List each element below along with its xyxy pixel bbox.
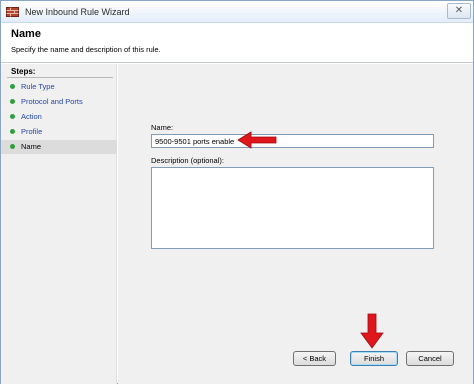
step-name[interactable]: Name	[1, 140, 117, 154]
step-label: Profile	[21, 127, 43, 136]
name-label: Name:	[151, 123, 174, 132]
steps-title: Steps:	[11, 67, 36, 76]
steps-panel: Steps: Rule Type Protocol and Ports Acti…	[1, 64, 117, 384]
close-icon: ✕	[454, 5, 464, 16]
step-label: Name	[21, 142, 42, 151]
wizard-window: New Inbound Rule Wizard ✕ Name Specify t…	[0, 0, 474, 384]
name-field[interactable]	[151, 134, 434, 148]
step-rule-type[interactable]: Rule Type	[1, 80, 117, 94]
cancel-button[interactable]: Cancel	[406, 351, 454, 366]
back-button[interactable]: < Back	[293, 351, 336, 366]
title-bar[interactable]: New Inbound Rule Wizard ✕	[1, 1, 473, 23]
green-bullet-icon	[10, 114, 15, 119]
close-button[interactable]: ✕	[447, 3, 471, 19]
description-field[interactable]	[151, 167, 434, 249]
page-title: Name	[11, 28, 41, 40]
description-label: Description (optional):	[151, 156, 224, 165]
wizard-content: Name: Description (optional):	[118, 64, 473, 384]
green-bullet-icon	[10, 99, 15, 104]
step-profile[interactable]: Profile	[1, 125, 117, 139]
green-bullet-icon	[10, 144, 15, 149]
finish-button[interactable]: Finish	[350, 351, 398, 366]
green-bullet-icon	[10, 84, 15, 89]
firewall-wizard-icon	[6, 7, 19, 17]
page-description: Specify the name and description of this…	[11, 45, 161, 54]
step-action[interactable]: Action	[1, 110, 117, 124]
red-arrow-icon	[360, 313, 384, 349]
step-label: Rule Type	[21, 82, 55, 91]
wizard-header: Name Specify the name and description of…	[1, 23, 473, 63]
red-arrow-icon	[237, 131, 277, 149]
green-bullet-icon	[10, 129, 15, 134]
step-label: Protocol and Ports	[21, 97, 83, 106]
window-title: New Inbound Rule Wizard	[25, 7, 130, 17]
step-protocol-and-ports[interactable]: Protocol and Ports	[1, 95, 117, 109]
steps-divider	[7, 77, 113, 78]
step-label: Action	[21, 112, 42, 121]
